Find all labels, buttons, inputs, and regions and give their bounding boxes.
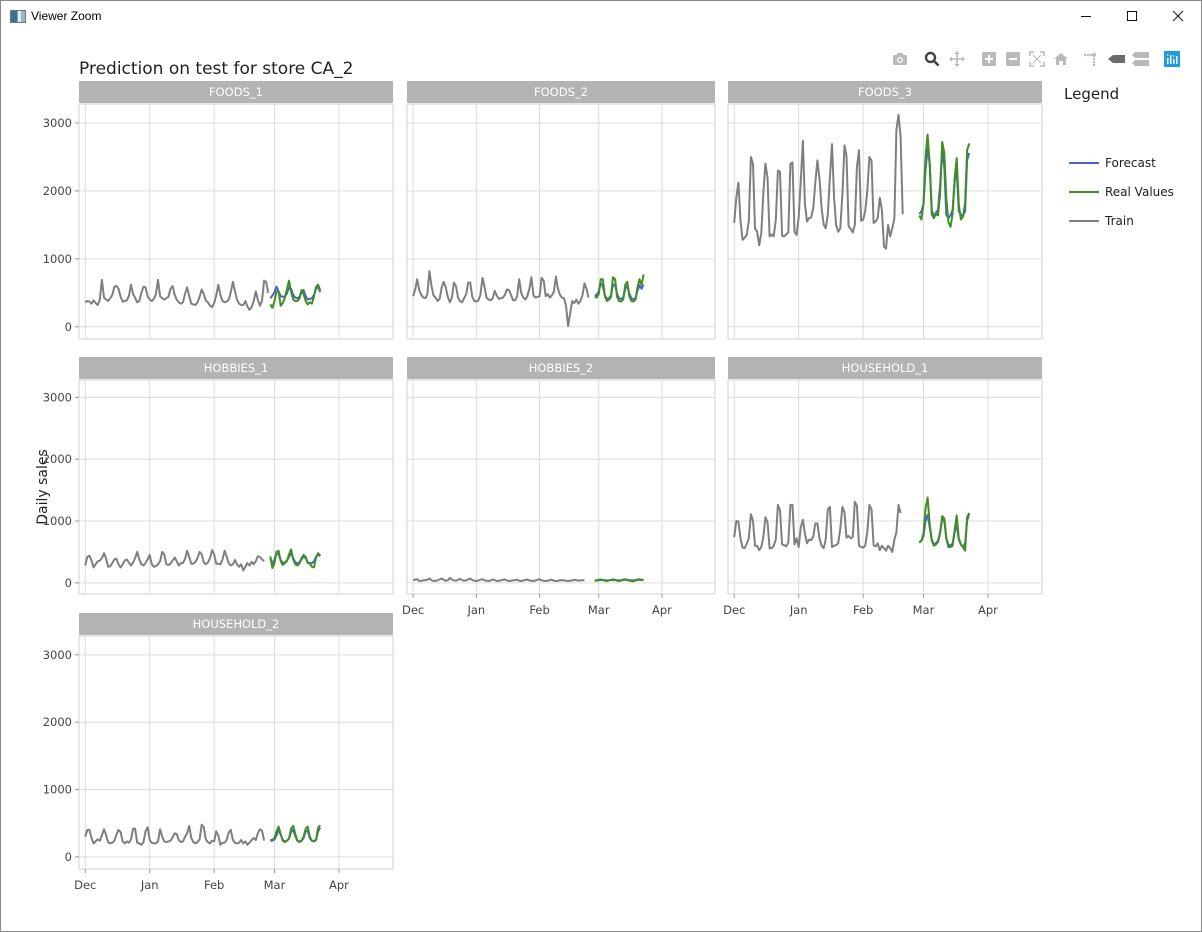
y-tick-label: 1000: [43, 514, 72, 528]
legend-label-train: Train: [1105, 214, 1134, 228]
facet-strip-label: HOBBIES_2: [529, 361, 594, 375]
legend-label-real-values: Real Values: [1105, 185, 1174, 199]
facet-panel-household-2: HOUSEHOLD_2 0 1000 2000 3000 Dec Jan Feb Mar Apr: [43, 613, 394, 892]
x-tick-label: Apr: [978, 603, 998, 617]
y-tick-label: 3000: [43, 390, 72, 404]
facet-strip-label: HOBBIES_1: [204, 361, 269, 375]
y-tick-label: 1000: [43, 783, 72, 797]
legend-item-real-values[interactable]: Real Values: [1069, 183, 1189, 201]
x-tick-label: Apr: [329, 878, 349, 892]
legend-item-train[interactable]: Train: [1069, 212, 1189, 230]
x-tick-label: Feb: [529, 603, 549, 617]
x-tick-label: Mar: [588, 603, 610, 617]
y-tick-label: 1000: [43, 252, 72, 266]
panel-background: [727, 379, 1043, 595]
y-tick-label: 3000: [43, 116, 72, 130]
y-tick-label: 0: [65, 850, 72, 864]
facet-strip-label: FOODS_3: [858, 85, 912, 99]
y-tick-label: 2000: [43, 715, 72, 729]
x-tick-label: Mar: [264, 878, 286, 892]
panel-background: [406, 103, 716, 340]
panel-background: [78, 635, 394, 870]
x-tick-label: Dec: [723, 603, 745, 617]
facet-strip-label: HOUSEHOLD_2: [193, 617, 280, 631]
y-tick-label: 2000: [43, 452, 72, 466]
x-tick-label: Jan: [789, 603, 808, 617]
x-tick-label: Jan: [140, 878, 159, 892]
y-tick-label: 0: [65, 320, 72, 334]
real-values-line-swatch: [1069, 191, 1099, 193]
facet-strip-label: FOODS_2: [534, 85, 588, 99]
facet-panel-hobbies-2: HOBBIES_2 Dec Jan Feb Mar Apr: [402, 357, 716, 617]
faceted-line-chart[interactable]: FOODS_1 0 1000 2000 3000 FOODS_2 FOODS_3 HOBBIE…: [1, 1, 1201, 931]
x-tick-label: Dec: [74, 878, 96, 892]
facet-panel-foods-1: FOODS_1 0 1000 2000 3000: [43, 81, 394, 340]
legend-label-forecast: Forecast: [1105, 156, 1156, 170]
x-tick-label: Feb: [204, 878, 224, 892]
facet-panel-household-1: HOUSEHOLD_1 Dec Jan Feb Mar Apr: [723, 357, 1043, 617]
x-tick-label: Jan: [466, 603, 485, 617]
facet-panel-foods-2: FOODS_2: [406, 81, 716, 340]
y-tick-label: 3000: [43, 648, 72, 662]
train-line-swatch: [1069, 220, 1099, 222]
legend-item-forecast[interactable]: Forecast: [1069, 154, 1189, 172]
viewer-zoom-window: Viewer Zoom Prediction on test for store…: [0, 0, 1202, 932]
panel-background: [406, 379, 716, 595]
y-tick-label: 0: [65, 576, 72, 590]
forecast-line-swatch: [1069, 162, 1099, 164]
y-tick-label: 2000: [43, 184, 72, 198]
x-tick-label: Apr: [652, 603, 672, 617]
facet-panel-foods-3: FOODS_3: [727, 81, 1043, 340]
x-tick-label: Mar: [913, 603, 935, 617]
facet-strip-label: FOODS_1: [209, 85, 263, 99]
legend-title: Legend: [1064, 85, 1120, 103]
x-tick-label: Feb: [853, 603, 873, 617]
facet-strip-label: HOUSEHOLD_1: [842, 361, 929, 375]
panel-background: [78, 103, 394, 340]
facet-panel-hobbies-1: HOBBIES_1 0 1000 2000 3000: [43, 357, 394, 595]
x-tick-label: Dec: [402, 603, 424, 617]
